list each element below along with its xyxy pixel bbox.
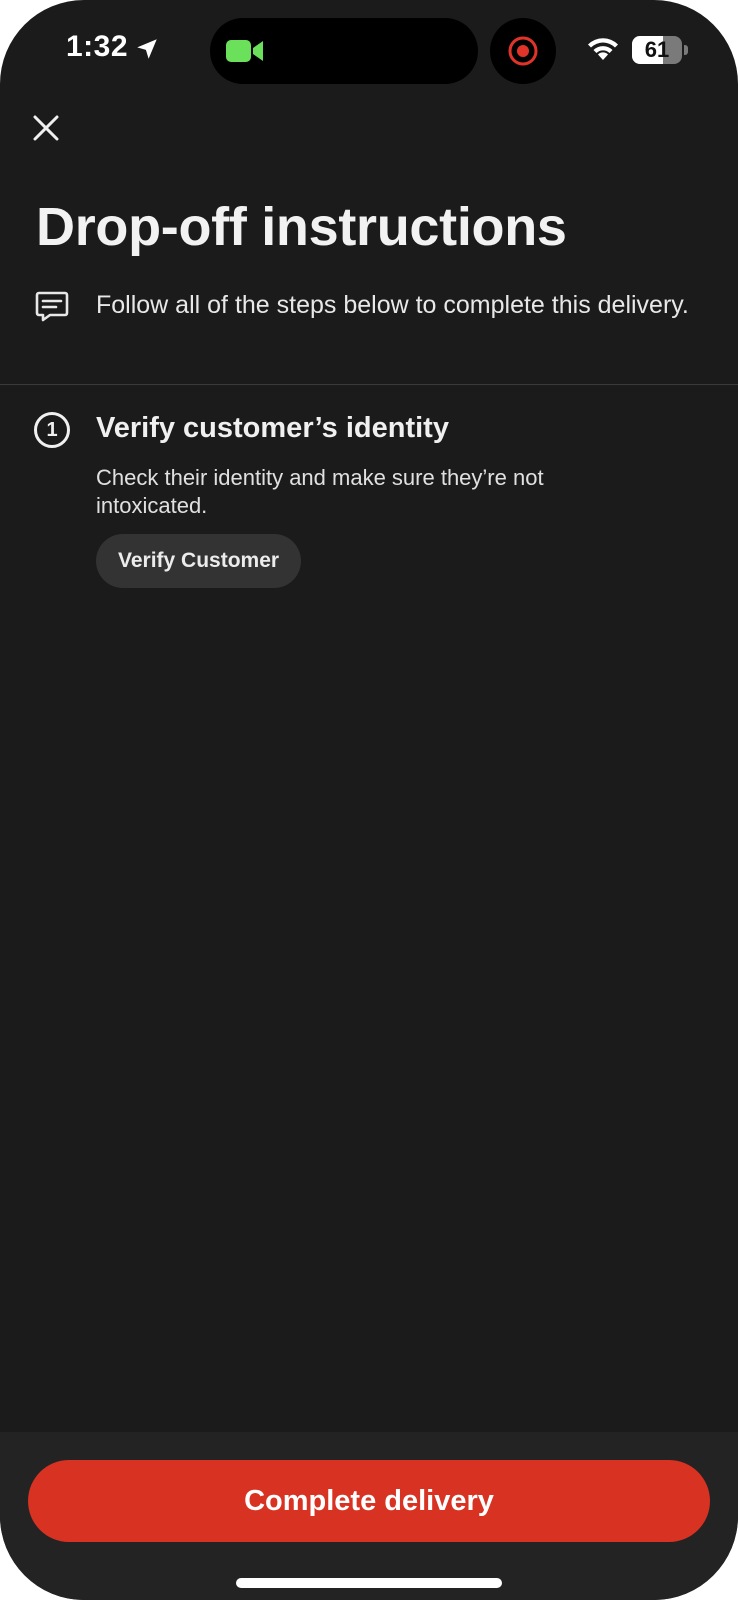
verify-customer-button[interactable]: Verify Customer xyxy=(96,534,302,588)
screen-record-icon xyxy=(508,36,538,66)
location-arrow-icon xyxy=(137,39,157,59)
step-description: Check their identity and make sure they’… xyxy=(96,465,544,518)
bottom-action-bar: Complete delivery xyxy=(0,1432,738,1600)
dynamic-island xyxy=(210,18,478,84)
step-number-badge: 1 xyxy=(34,412,70,448)
wifi-icon xyxy=(588,38,618,60)
battery-percentage: 61 xyxy=(644,37,670,62)
page-title: Drop-off instructions xyxy=(36,197,567,257)
status-bar: 1:32 61 xyxy=(0,0,738,100)
home-indicator[interactable] xyxy=(236,1578,502,1588)
intro-text: Follow all of the steps below to complet… xyxy=(96,291,689,319)
battery-tip xyxy=(684,45,688,55)
complete-delivery-button[interactable]: Complete delivery xyxy=(28,1460,710,1542)
step-title: Verify customer’s identity xyxy=(96,412,449,444)
battery-body: 61 xyxy=(632,36,682,64)
chat-message-icon xyxy=(35,291,69,322)
facetime-camera-icon xyxy=(226,40,263,62)
battery-icon: 61 xyxy=(632,36,688,64)
phone-screen: 1:32 61 Drop-off instructions Follow all… xyxy=(0,0,738,1600)
close-icon[interactable] xyxy=(26,108,66,148)
section-divider xyxy=(0,384,738,385)
status-time: 1:32 xyxy=(66,30,129,63)
screen-record-indicator xyxy=(490,18,556,84)
